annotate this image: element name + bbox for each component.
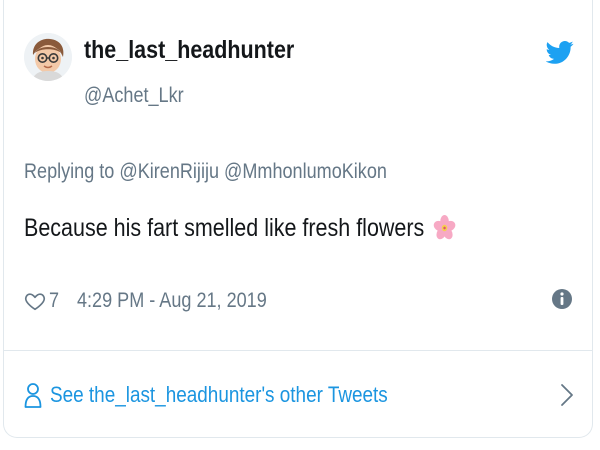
timestamp[interactable]: 4:29 PM - Aug 21, 2019 [77,289,267,313]
twitter-bird-icon[interactable] [546,38,574,66]
tweet-text: Because his fart smelled like fresh flow… [24,214,456,243]
tweet-body: Because his fart smelled like fresh flow… [24,214,425,242]
display-name[interactable]: the_last_headhunter [84,36,294,65]
mention-link[interactable]: @MmhonlumoKikon [224,160,387,183]
other-tweets-label[interactable]: See the_last_headhunter's other Tweets [50,382,388,408]
person-icon [24,383,42,408]
replying-to-line: Replying to @KirenRijiju @MmhonlumoKikon [24,160,387,184]
avatar[interactable] [24,33,72,81]
mention-link[interactable]: @KirenRijiju [119,160,219,183]
info-icon[interactable] [550,287,574,311]
embedded-tweet-card: the_last_headhunter @Achet_Lkr Replying … [3,0,593,438]
other-tweets-link[interactable]: See the_last_headhunter's other Tweets [24,375,574,415]
like-count[interactable]: 7 [49,289,73,313]
chevron-right-icon[interactable] [560,383,574,407]
divider [4,350,592,351]
cherry-blossom-icon [434,215,456,240]
tweet-meta: 7 4:29 PM - Aug 21, 2019 [24,288,298,314]
replying-prefix: Replying to [24,160,115,183]
user-handle[interactable]: @Achet_Lkr [84,84,184,108]
heart-icon[interactable] [24,290,46,312]
